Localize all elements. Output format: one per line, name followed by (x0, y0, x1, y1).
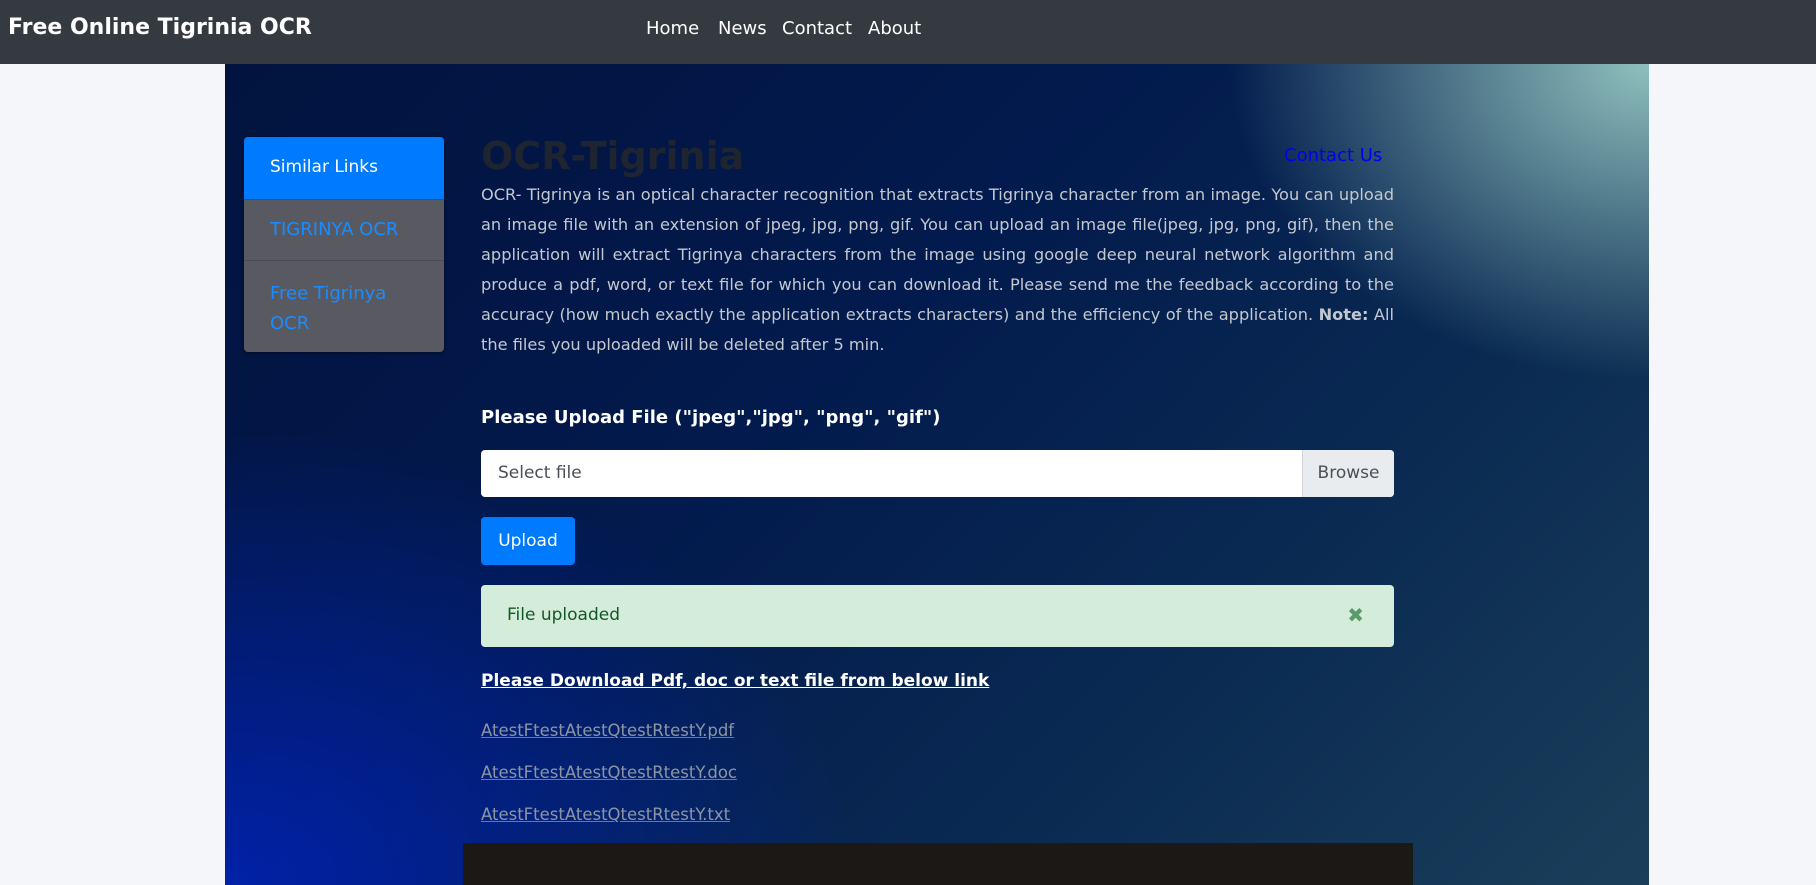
file-input[interactable]: Select file Browse (481, 450, 1394, 497)
intro-text: OCR- Tigrinya is an optical character re… (481, 185, 1394, 324)
contact-us-link[interactable]: Contact Us (1284, 145, 1382, 166)
sidebar-item-free-tigrinya-ocr[interactable]: Free Tigrinya OCR (244, 260, 444, 352)
nav-about[interactable]: About (868, 18, 921, 39)
sidebar-header: Similar Links (244, 137, 444, 199)
download-txt-link[interactable]: AtestFtestAtestQtestRtestY.txt (481, 805, 730, 824)
page-title: OCR-Tigrinia (481, 134, 745, 178)
success-alert: File uploaded ✖ (481, 585, 1394, 647)
file-placeholder: Select file (498, 463, 582, 483)
nav-news[interactable]: News (718, 18, 767, 39)
download-pdf-link[interactable]: AtestFtestAtestQtestRtestY.pdf (481, 721, 734, 740)
download-doc-link[interactable]: AtestFtestAtestQtestRtestY.doc (481, 763, 737, 782)
nav-contact[interactable]: Contact (782, 18, 852, 39)
top-navbar: Free Online Tigrinia OCR Home News Conta… (0, 0, 1816, 64)
browse-button[interactable]: Browse (1302, 450, 1394, 497)
note-label: Note: (1318, 305, 1369, 324)
download-label: Please Download Pdf, doc or text file fr… (481, 671, 990, 691)
brand-link[interactable]: Free Online Tigrinia OCR (8, 15, 312, 40)
similar-links-sidebar: Similar Links TIGRINYA OCR Free Tigrinya… (244, 137, 444, 352)
sidebar-item-tigrinya-ocr[interactable]: TIGRINYA OCR (244, 199, 444, 260)
alert-message: File uploaded (507, 605, 620, 625)
upload-button[interactable]: Upload (481, 517, 575, 565)
upload-label: Please Upload File ("jpeg","jpg", "png",… (481, 407, 941, 428)
close-icon[interactable]: ✖ (1347, 603, 1364, 627)
nav-home[interactable]: Home (646, 18, 699, 39)
intro-paragraph: OCR- Tigrinya is an optical character re… (481, 180, 1394, 360)
footer-bar (463, 843, 1413, 885)
